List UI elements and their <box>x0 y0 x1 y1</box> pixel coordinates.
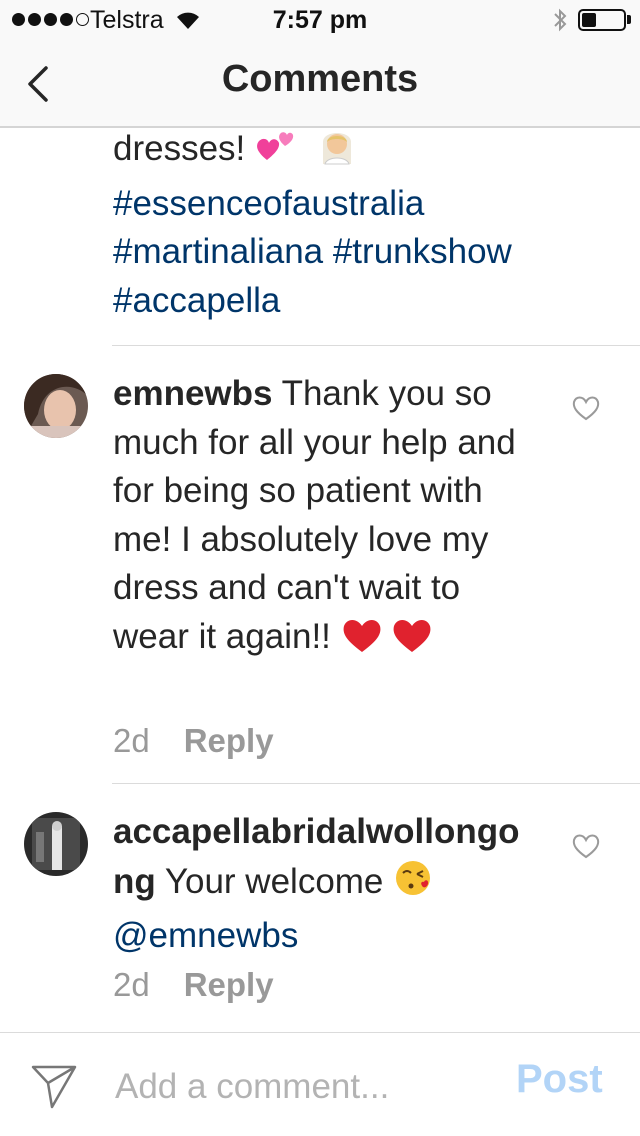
avatar[interactable] <box>24 374 88 438</box>
paper-plane-icon[interactable] <box>30 1063 78 1114</box>
comment-body: emnewbs Thank you so much for all your h… <box>113 370 533 667</box>
status-time: 7:57 pm <box>272 6 368 34</box>
post-caption: dresses! #essenceofaustralia #martinalia… <box>113 124 613 325</box>
navigation-bar: Comments <box>0 40 640 128</box>
page-title: Comments <box>221 58 419 100</box>
user-avatar-image <box>24 812 88 876</box>
comment-text: Your welcome <box>155 861 394 901</box>
comment-age: 2d <box>113 966 150 1003</box>
hashtag-link[interactable]: #essenceofaustralia <box>113 180 613 229</box>
comment-composer: Post <box>0 1032 640 1136</box>
bride-with-veil-icon <box>317 124 357 180</box>
comment-username[interactable]: emnewbs <box>113 374 273 413</box>
red-heart-icon <box>341 616 383 668</box>
battery-level-fill <box>582 13 596 27</box>
comment-input[interactable] <box>115 1063 485 1111</box>
red-heart-icon <box>391 616 433 668</box>
heart-outline-icon <box>572 396 600 421</box>
face-blowing-kiss-icon <box>393 857 435 913</box>
post-button[interactable]: Post <box>516 1057 603 1102</box>
reply-button[interactable]: Reply <box>184 722 274 760</box>
reply-button[interactable]: Reply <box>184 966 274 1004</box>
hashtag-link[interactable]: #accapella <box>113 277 613 326</box>
divider <box>112 783 640 784</box>
user-avatar-image <box>24 374 88 438</box>
battery-icon <box>578 9 626 31</box>
two-hearts-icon <box>255 126 299 180</box>
bluetooth-icon <box>552 8 568 37</box>
like-comment-button[interactable] <box>571 832 601 860</box>
comment-meta: 2d Reply <box>113 722 274 760</box>
caption-text: dresses! <box>113 129 246 168</box>
comment-meta: 2d Reply <box>113 966 274 1004</box>
comment-age: 2d <box>113 722 150 759</box>
comment-body: accapellabridalwollongong Your welcome @… <box>113 808 533 961</box>
heart-outline-icon <box>572 834 600 859</box>
battery-nub <box>627 15 631 24</box>
hashtag-link[interactable]: #martinaliana #trunkshow <box>113 228 613 277</box>
status-bar: Telstra 7:57 pm <box>0 0 640 40</box>
comment-text: Thank you so much for all your help and … <box>113 374 516 656</box>
avatar[interactable] <box>24 812 88 876</box>
divider <box>112 345 640 346</box>
like-comment-button[interactable] <box>571 394 601 422</box>
mention-link[interactable]: @emnewbs <box>113 912 533 961</box>
